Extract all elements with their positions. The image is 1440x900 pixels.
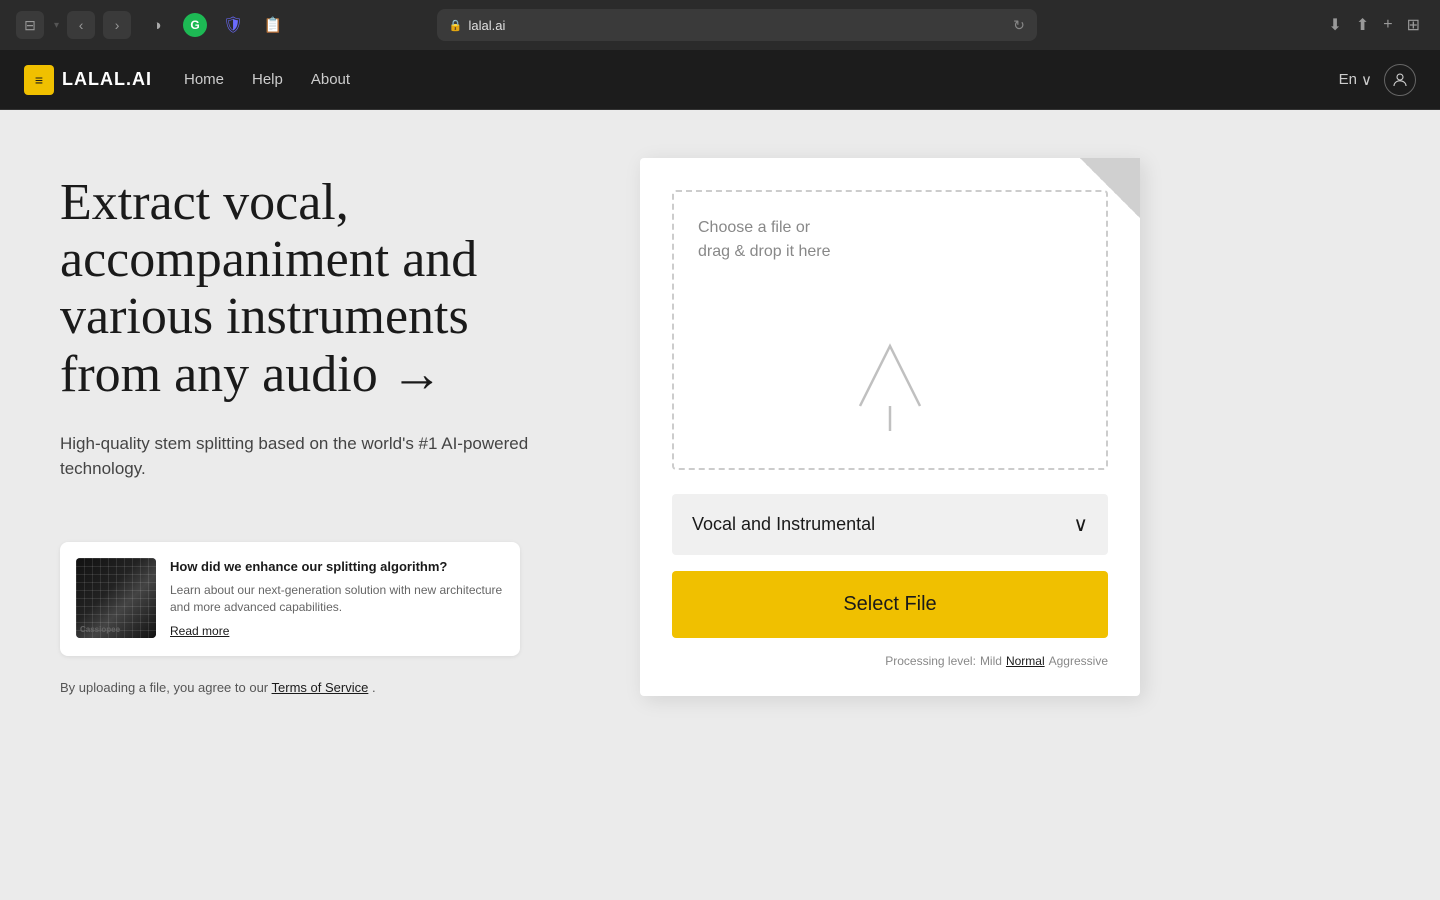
- processing-aggressive[interactable]: Aggressive: [1049, 654, 1108, 668]
- logo-text: LALAL.AI: [62, 69, 152, 90]
- browser-actions-right: ⬇ ⬆ + ⊞: [1324, 11, 1424, 39]
- upload-arrow-icon: [850, 316, 930, 436]
- user-account-icon[interactable]: [1384, 64, 1416, 96]
- left-section: Extract vocal, accompaniment and various…: [60, 158, 580, 695]
- nav-links: Home Help About: [184, 67, 350, 92]
- reload-button[interactable]: ↻: [1013, 17, 1025, 34]
- nav-right: En ∨: [1339, 64, 1416, 96]
- lang-chevron: ∨: [1361, 71, 1372, 89]
- sidebar-toggle[interactable]: ⊟: [16, 11, 44, 39]
- grid-view-icon[interactable]: ⊞: [1403, 11, 1424, 39]
- add-tab-icon[interactable]: +: [1379, 12, 1396, 38]
- share-icon[interactable]: ⬆: [1352, 11, 1373, 39]
- app-logo[interactable]: ≡ LALAL.AI: [24, 65, 152, 95]
- browser-controls: ⊟ ▾ ‹ ›: [16, 11, 131, 39]
- address-bar[interactable]: 🔒 lalal.ai ↻: [437, 9, 1037, 41]
- stem-type-dropdown[interactable]: Vocal and Instrumental ∨: [672, 494, 1108, 555]
- drop-line2: drag & drop it here: [698, 243, 831, 260]
- logo-icon-symbol: ≡: [35, 72, 43, 88]
- processing-mild[interactable]: Mild: [980, 654, 1002, 668]
- nav-about[interactable]: About: [311, 67, 350, 92]
- news-thumbnail: Cassiopee: [76, 558, 156, 638]
- select-file-button[interactable]: Select File: [672, 571, 1108, 638]
- upload-icon-wrapper: [850, 316, 930, 436]
- news-card-description: Learn about our next-generation solution…: [170, 582, 504, 616]
- news-text: How did we enhance our splitting algorit…: [170, 558, 504, 640]
- forward-button[interactable]: ›: [103, 11, 131, 39]
- drop-text: Choose a file or drag & drop it here: [698, 216, 831, 264]
- drop-line1: Choose a file or: [698, 219, 810, 236]
- processing-normal[interactable]: Normal: [1006, 654, 1045, 668]
- right-section: Choose a file or drag & drop it here Voc…: [640, 158, 1140, 696]
- sidebar-icon: ⊟: [24, 17, 36, 34]
- hero-subtitle: High-quality stem splitting based on the…: [60, 431, 580, 482]
- grammarly-icon[interactable]: G: [183, 13, 207, 37]
- nav-help[interactable]: Help: [252, 67, 283, 92]
- forward-icon: ›: [115, 17, 120, 33]
- news-card[interactable]: Cassiopee How did we enhance our splitti…: [60, 542, 520, 656]
- news-card-title: How did we enhance our splitting algorit…: [170, 558, 504, 576]
- terms-period: .: [372, 680, 376, 695]
- dropdown-label: Vocal and Instrumental: [692, 514, 875, 535]
- back-icon: ‹: [79, 17, 84, 33]
- language-selector[interactable]: En ∨: [1339, 71, 1372, 89]
- news-thumbnail-image: Cassiopee: [76, 558, 156, 638]
- terms-of-service-link[interactable]: Terms of Service: [272, 680, 369, 695]
- upload-drop-area[interactable]: Choose a file or drag & drop it here: [672, 190, 1108, 470]
- dropdown-chevron-icon: ∨: [1073, 512, 1088, 537]
- url-text: lalal.ai: [469, 18, 506, 33]
- hero-title: Extract vocal, accompaniment and various…: [60, 174, 580, 403]
- news-read-more-link[interactable]: Read more: [170, 624, 229, 638]
- back-button[interactable]: ‹: [67, 11, 95, 39]
- nav-home[interactable]: Home: [184, 67, 224, 92]
- lock-icon: 🔒: [449, 19, 463, 32]
- terms-text: By uploading a file, you agree to our Te…: [60, 680, 580, 695]
- upload-container: Choose a file or drag & drop it here Voc…: [640, 158, 1140, 696]
- vpn-shield-icon[interactable]: 🛡: [219, 11, 247, 39]
- terms-prefix: By uploading a file, you agree to our: [60, 680, 268, 695]
- browser-chrome: ⊟ ▾ ‹ › ◑ G 🛡 📋 🔒 lalal.ai ↻ ⬇ ⬆ + ⊞: [0, 0, 1440, 50]
- lang-text: En: [1339, 71, 1357, 88]
- download-icon[interactable]: ⬇: [1324, 11, 1345, 39]
- logo-icon: ≡: [24, 65, 54, 95]
- shield-half-icon[interactable]: ◑: [143, 11, 171, 39]
- processing-label: Processing level:: [885, 654, 976, 668]
- main-content: Extract vocal, accompaniment and various…: [0, 110, 1440, 900]
- note-icon[interactable]: 📋: [259, 11, 287, 39]
- app-nav: ≡ LALAL.AI Home Help About En ∨: [0, 50, 1440, 110]
- processing-levels: Processing level: Mild Normal Aggressive: [672, 654, 1108, 668]
